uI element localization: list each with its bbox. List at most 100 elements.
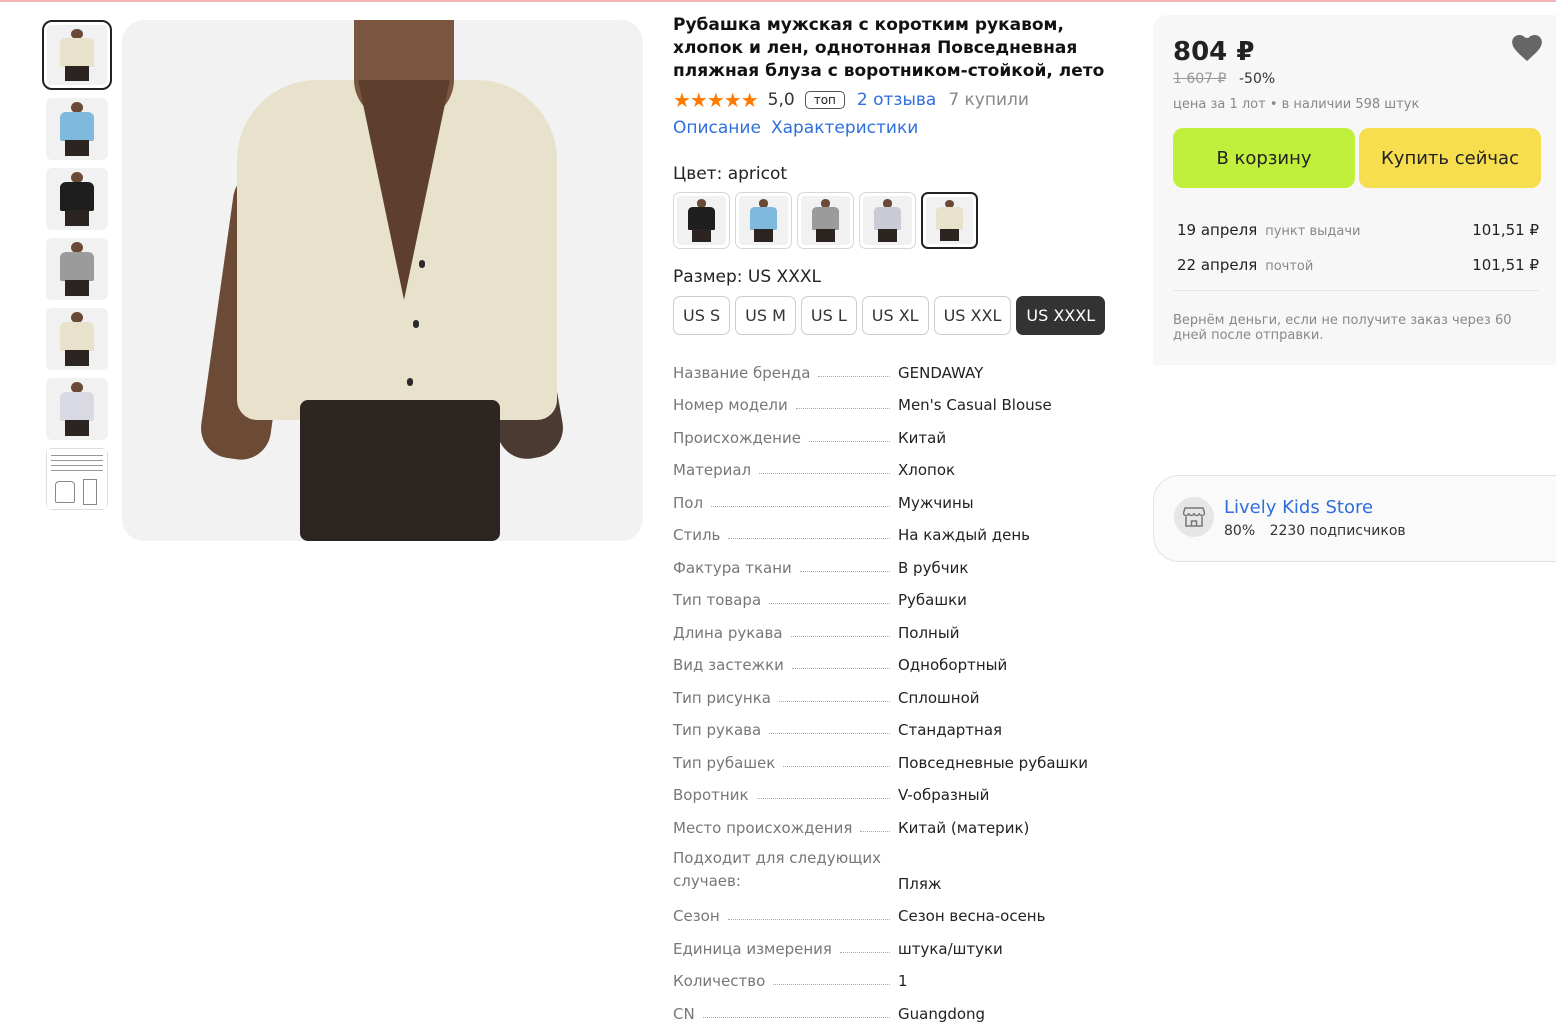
spec-value: 1: [898, 972, 908, 990]
spec-key: Единица измерения: [673, 939, 832, 958]
buy-now-button[interactable]: Купить сейчас: [1359, 128, 1541, 188]
delivery-price: 101,51 ₽: [1472, 221, 1539, 239]
spec-key: Сезон: [673, 907, 720, 925]
description-link[interactable]: Описание: [673, 118, 761, 138]
store-followers: 2230 подписчиков: [1269, 523, 1406, 539]
spec-key: Название бренда: [673, 363, 811, 382]
color-label: Цвет: apricot: [673, 164, 788, 184]
size-options: US S US M US L US XL US XXL US XXXL: [673, 296, 1106, 335]
spec-key: Фактура ткани: [673, 558, 792, 577]
size-option[interactable]: US S: [673, 296, 731, 335]
spec-value: Сезон весна-осень: [898, 907, 1046, 925]
spec-row: Материал Хлопок: [673, 453, 1113, 486]
size-option[interactable]: US L: [800, 296, 857, 335]
spec-row: Происхождение Китай: [673, 420, 1113, 453]
spec-row: Сезон Сезон весна-осень: [673, 899, 1113, 932]
spec-key: Вид застежки: [673, 656, 784, 674]
spec-key: Номер модели: [673, 396, 788, 414]
spec-value: V-образный: [898, 786, 990, 804]
delivery-price: 101,51 ₽: [1472, 256, 1539, 274]
spec-key: Тип рукава: [673, 721, 762, 739]
dotted-leader: [769, 603, 890, 604]
dotted-leader: [727, 919, 890, 920]
spec-key: Стиль: [673, 526, 721, 544]
spec-value: Пляж: [898, 874, 942, 893]
spec-value: Рубашки: [898, 591, 967, 609]
top-border: [0, 0, 1556, 2]
dotted-leader: [839, 951, 890, 953]
section-links: Описание Характеристики: [673, 118, 918, 138]
spec-value: Стандартная: [898, 721, 1003, 739]
dotted-leader: [790, 635, 890, 637]
thumbnail-2[interactable]: [46, 98, 108, 160]
thumbnail-4[interactable]: [46, 238, 108, 300]
thumbnail-7[interactable]: [46, 448, 108, 510]
color-swatch-black[interactable]: [673, 192, 730, 249]
dotted-leader: [769, 733, 890, 734]
spec-key: Пол: [673, 493, 704, 512]
rating-stars-icon: ★★★★★: [673, 88, 759, 112]
lot-info: цена за 1 лот • в наличии 598 штук: [1173, 97, 1420, 112]
size-option[interactable]: US M: [735, 296, 796, 335]
spec-row: Фактура ткани В рубчик: [673, 550, 1113, 583]
spec-key: Тип рисунка: [673, 688, 771, 707]
spec-row: Количество 1: [673, 964, 1113, 997]
dotted-leader: [778, 700, 890, 702]
thumbnail-1[interactable]: [42, 20, 112, 90]
dotted-leader: [702, 1016, 890, 1018]
spec-value: Guangdong: [898, 1004, 986, 1023]
spec-row: Подходит для следующих случаев: Пляж: [673, 843, 1113, 899]
dotted-leader: [711, 505, 890, 507]
spec-value: Мужчины: [898, 493, 974, 512]
color-swatch-apricot[interactable]: [921, 192, 978, 249]
spec-key: Подходит для следующих случаев:: [673, 848, 881, 890]
store-rating: 80%: [1224, 523, 1256, 539]
reviews-link[interactable]: 2 отзыва: [857, 90, 936, 110]
thumbnail-6[interactable]: [46, 378, 108, 440]
size-option[interactable]: US XXL: [933, 296, 1012, 335]
color-swatch-light-gray[interactable]: [859, 192, 916, 249]
thumbnail-list: [42, 20, 112, 518]
spec-value: штука/штуки: [898, 939, 1003, 958]
store-meta: 80% 2230 подписчиков: [1224, 523, 1406, 539]
spec-row: Номер модели Men's Casual Blouse: [673, 388, 1113, 421]
old-price: 1 607 ₽: [1173, 71, 1227, 87]
product-title: Рубашка мужская с коротким рукавом, хлоп…: [673, 15, 1105, 81]
spec-value: На каждый день: [898, 526, 1030, 544]
size-option[interactable]: US XL: [861, 296, 929, 335]
color-swatches: [673, 192, 978, 249]
store-name[interactable]: Lively Kids Store: [1224, 497, 1373, 518]
spec-key: Длина рукава: [673, 623, 783, 642]
main-product-image[interactable]: [122, 20, 643, 541]
dotted-leader: [759, 473, 890, 474]
dotted-leader: [756, 798, 890, 799]
thumbnail-5[interactable]: [46, 308, 108, 370]
bought-count: 7 купили: [948, 90, 1029, 110]
spec-row: Тип рукава Стандартная: [673, 713, 1113, 746]
spec-row: Стиль На каждый день: [673, 518, 1113, 551]
spec-value: Китай: [898, 428, 947, 447]
characteristics-link[interactable]: Характеристики: [771, 118, 918, 138]
spec-key: Количество: [673, 972, 766, 990]
size-option[interactable]: US XXXL: [1016, 296, 1106, 335]
delivery-option-post[interactable]: 22 апреля почтой 101,51 ₽: [1177, 256, 1539, 274]
dotted-leader: [818, 375, 890, 377]
spec-value: Китай (материк): [898, 818, 1030, 837]
spec-row: Единица измерения штука/штуки: [673, 931, 1113, 964]
store-card[interactable]: Lively Kids Store 80% 2230 подписчиков: [1153, 475, 1556, 562]
spec-key: Тип рубашек: [673, 753, 776, 772]
spec-value: Полный: [898, 623, 960, 642]
heart-icon[interactable]: [1512, 35, 1542, 68]
dotted-leader: [808, 440, 890, 442]
spec-row: Тип товара Рубашки: [673, 583, 1113, 616]
rating-value: 5,0: [767, 90, 795, 110]
spec-row: Пол Мужчины: [673, 485, 1113, 518]
delivery-option-pickup[interactable]: 19 апреля пункт выдачи 101,51 ₽: [1177, 221, 1539, 239]
spec-value: В рубчик: [898, 558, 969, 577]
add-to-cart-button[interactable]: В корзину: [1173, 128, 1355, 188]
color-swatch-blue[interactable]: [735, 192, 792, 249]
color-swatch-gray[interactable]: [797, 192, 854, 249]
thumbnail-3[interactable]: [46, 168, 108, 230]
specifications-list: Название бренда GENDAWAY Номер модели Men's…: [673, 355, 1113, 1025]
dotted-leader: [783, 765, 890, 767]
